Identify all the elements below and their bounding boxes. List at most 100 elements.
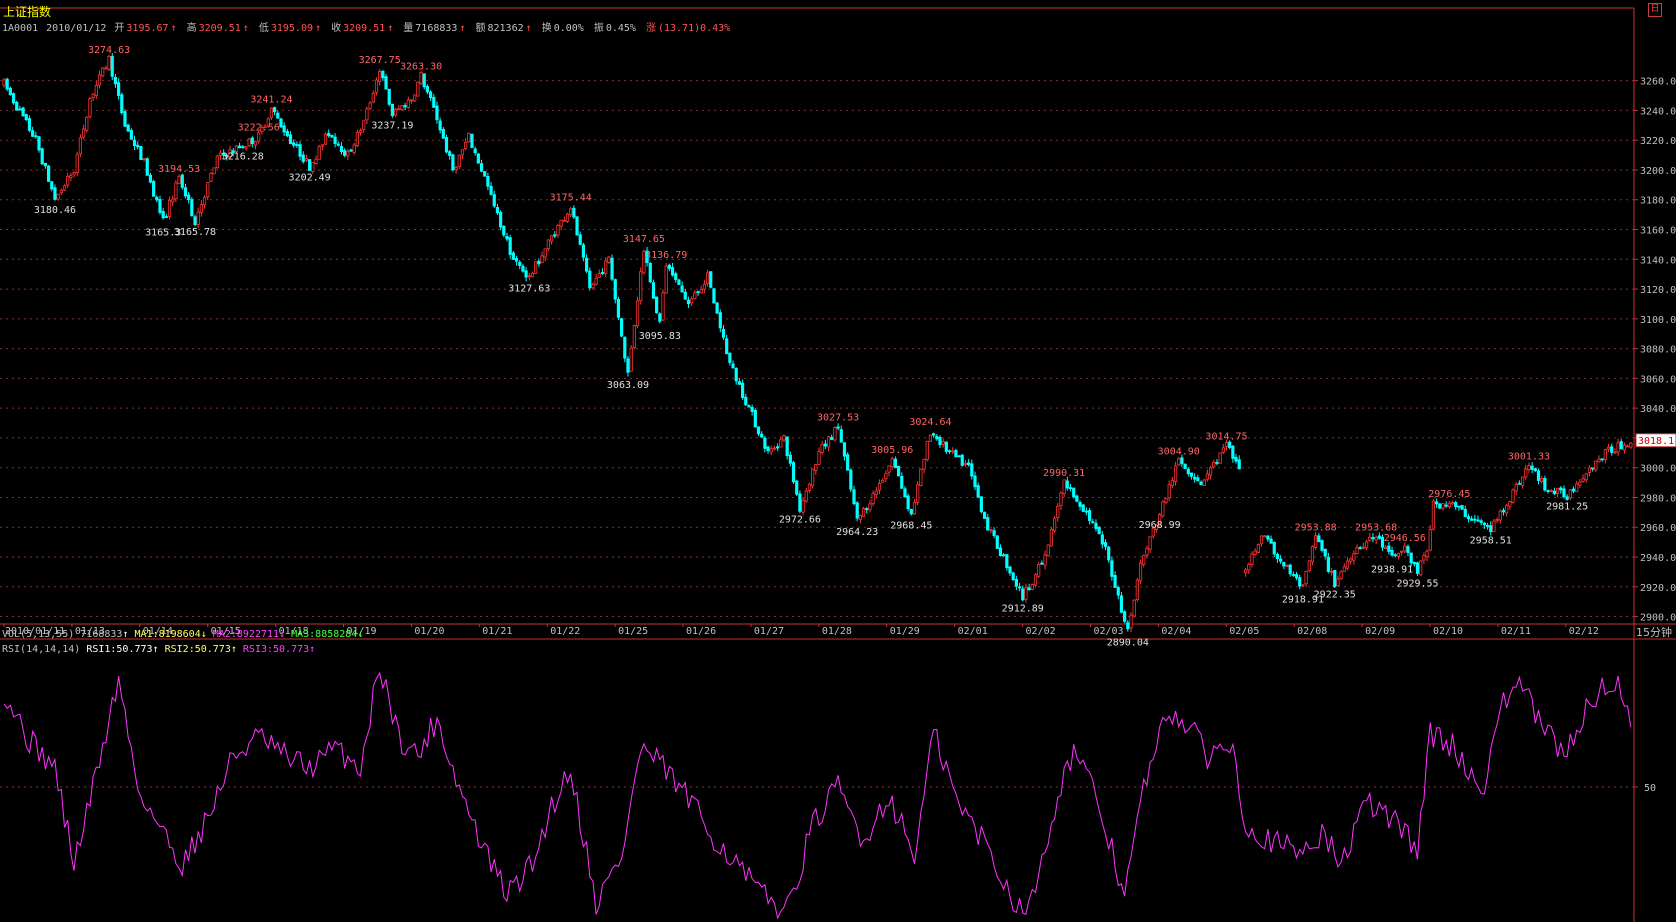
candle-body: [333, 136, 337, 144]
candle-body: [1342, 566, 1346, 572]
candle-body: [820, 443, 824, 453]
candle-body: [1193, 476, 1197, 480]
candle-body: [1033, 574, 1038, 586]
candle-body: [1591, 467, 1595, 470]
candle-body: [1326, 556, 1330, 572]
candle-body: [1422, 555, 1426, 561]
candle-body: [1173, 465, 1178, 483]
low-annotation: 2981.25: [1546, 502, 1588, 513]
candle-body: [304, 158, 309, 161]
high-annotation: 3005.96: [871, 445, 913, 456]
candle-body: [584, 257, 589, 272]
x-tick-label: 01/22: [550, 626, 580, 637]
candle-body: [441, 128, 445, 139]
candle-body: [1244, 569, 1248, 574]
candle-body: [409, 99, 414, 102]
candle-body: [34, 135, 38, 138]
candle-body: [171, 198, 175, 203]
candle-body: [916, 484, 920, 503]
candle-body: [1043, 554, 1047, 566]
candle-body: [1629, 442, 1633, 448]
candle-body: [358, 130, 363, 133]
candle-body: [59, 189, 63, 194]
close-button[interactable]: 日: [1648, 3, 1662, 17]
volume-quote: 量 7168833 ↑: [403, 23, 466, 34]
candle-body: [66, 175, 70, 186]
candle-body: [132, 139, 137, 147]
candle-body: [15, 101, 19, 111]
candle-body: [129, 129, 133, 140]
candle-body: [1444, 504, 1448, 507]
candle-body: [1568, 489, 1572, 499]
candle-body: [390, 103, 394, 117]
candle-body: [1075, 495, 1079, 502]
candle-body: [1017, 586, 1022, 589]
candle-body: [1298, 577, 1302, 587]
low-annotation: 3063.09: [607, 380, 649, 391]
candle-body: [1215, 462, 1219, 464]
x-tick-label: 02/03: [1093, 626, 1123, 637]
candle-body: [1520, 476, 1525, 486]
candle-body: [823, 443, 827, 447]
y-tick-label: 3240.0: [1640, 106, 1676, 117]
low-annotation: 2938.91: [1371, 565, 1413, 576]
candle-body: [257, 132, 261, 142]
candle-body: [209, 172, 213, 182]
candle-body: [635, 300, 640, 327]
candle-body: [623, 336, 627, 359]
candle-body: [521, 265, 525, 272]
candle-body: [1135, 579, 1139, 600]
candle-body: [362, 120, 366, 130]
candle-body: [1279, 558, 1283, 562]
x-tick-label: 02/11: [1501, 626, 1531, 637]
candle-body: [454, 167, 458, 170]
candle-body: [559, 219, 563, 227]
candle-body: [46, 165, 51, 182]
candle-body: [1148, 536, 1152, 550]
x-tick-label: 02/08: [1297, 626, 1327, 637]
candle-body: [1253, 550, 1257, 555]
high-annotation: 3175.44: [550, 193, 592, 204]
candle-body: [1345, 560, 1350, 569]
candle-body: [378, 71, 382, 82]
candle-body: [1498, 510, 1502, 521]
candle-body: [473, 148, 477, 154]
candle-body: [1530, 465, 1534, 470]
candle-body: [104, 67, 108, 70]
low-annotation: 2964.23: [836, 527, 878, 538]
candle-body: [199, 204, 203, 213]
candle-body: [721, 328, 726, 338]
candle-body: [779, 439, 783, 448]
candle-body: [27, 118, 32, 131]
candle-body: [670, 267, 675, 276]
candle-body: [502, 225, 506, 236]
low-annotation: 2958.51: [1470, 535, 1512, 546]
candle-body: [1495, 519, 1499, 522]
candle-body: [740, 382, 745, 398]
stock-chart[interactable]: 2900.02920.02940.02960.02980.03000.03020…: [0, 0, 1676, 922]
candle-body: [1056, 505, 1060, 518]
candle-body: [858, 515, 862, 520]
candle-body: [1183, 464, 1187, 469]
candle-body: [1314, 535, 1318, 548]
candle-body: [1161, 501, 1165, 517]
candle-body: [94, 85, 98, 96]
low-annotation: 2968.99: [1139, 520, 1181, 531]
candle-body: [1349, 558, 1353, 562]
candle-body: [1072, 487, 1076, 498]
candle-body: [973, 475, 977, 488]
candle-body: [514, 258, 519, 262]
candle-body: [142, 158, 146, 160]
candle-body: [1221, 447, 1225, 453]
candle-body: [772, 447, 777, 450]
candle-body: [479, 163, 484, 172]
high-annotation: 3136.79: [645, 250, 687, 261]
candle-body: [1549, 490, 1553, 492]
candle-body: [1514, 484, 1518, 492]
candle-body: [734, 368, 738, 382]
frequency-label[interactable]: 15分钟: [1636, 624, 1672, 640]
candle-body: [986, 517, 990, 531]
candle-body: [1584, 473, 1588, 481]
candle-body: [537, 260, 541, 265]
candle-body: [1008, 566, 1012, 574]
